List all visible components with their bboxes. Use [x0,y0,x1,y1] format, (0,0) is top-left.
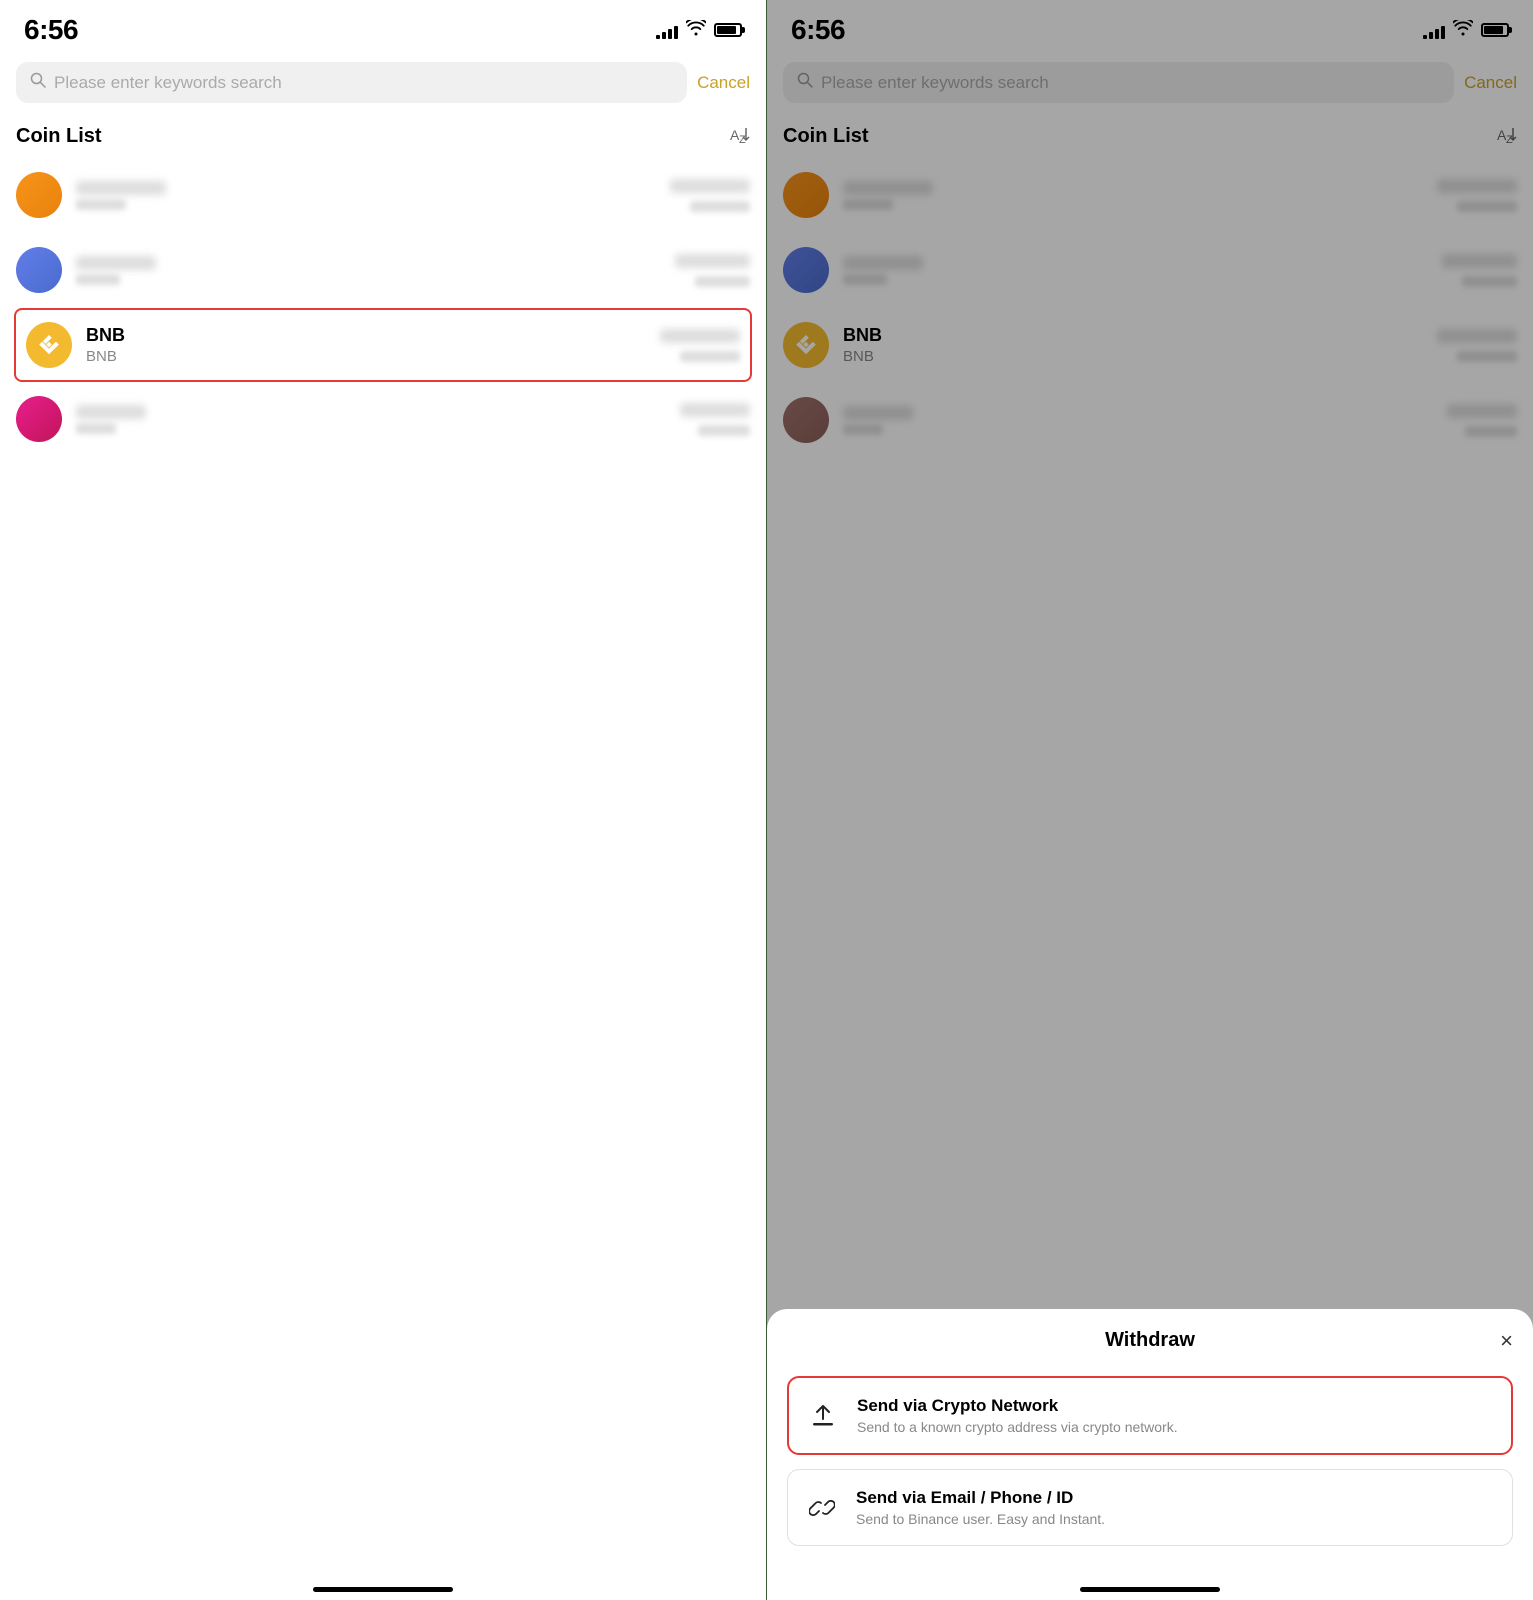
coin-value [680,403,750,436]
home-indicator-left [0,1560,766,1600]
upload-icon [805,1398,841,1434]
coin-list-left: BNB BNB [0,158,766,1560]
battery-icon-left [714,23,742,37]
coin-list-header-left: Coin List A Z [0,111,766,158]
send-crypto-network-option[interactable]: Send via Crypto Network Send to a known … [787,1376,1513,1455]
list-item[interactable] [16,233,750,308]
link-icon [804,1490,840,1526]
coin-list-title-left: Coin List [16,125,102,148]
status-icons-left [656,20,742,41]
right-phone-panel: 6:56 [767,0,1533,1600]
coin-info [76,181,656,210]
list-item[interactable] [16,158,750,233]
wifi-icon-left [686,20,706,41]
coin-icon-orange [16,172,62,218]
status-bar-left: 6:56 [0,0,766,54]
close-icon[interactable]: × [1500,1328,1513,1354]
bnb-icon [26,322,72,368]
sheet-title: Withdraw [1105,1329,1195,1352]
search-icon-left [30,72,46,93]
crypto-network-desc: Send to a known crypto address via crypt… [857,1419,1495,1435]
bnb-info: BNB BNB [86,325,646,365]
bnb-list-item[interactable]: BNB BNB [14,308,752,382]
coin-icon-blue [16,247,62,293]
crypto-network-text: Send via Crypto Network Send to a known … [857,1396,1495,1435]
send-email-phone-option[interactable]: Send via Email / Phone / ID Send to Bina… [787,1469,1513,1546]
coin-info [76,405,666,434]
coin-info [76,256,661,285]
left-phone-panel: 6:56 [0,0,766,1600]
bnb-symbol: BNB [86,348,646,365]
bnb-name: BNB [86,325,646,346]
bnb-value [660,329,740,362]
email-phone-text: Send via Email / Phone / ID Send to Bina… [856,1488,1496,1527]
bottom-sheet: Withdraw × Send via Crypto Network Send … [767,1309,1533,1600]
search-input-wrapper-left[interactable]: Please enter keywords search [16,62,687,103]
sheet-header: Withdraw × [787,1329,1513,1352]
list-item[interactable] [16,382,750,457]
search-input-left[interactable]: Please enter keywords search [54,73,673,93]
email-phone-desc: Send to Binance user. Easy and Instant. [856,1511,1496,1527]
signal-icon-left [656,21,678,39]
cancel-button-left[interactable]: Cancel [697,73,750,93]
sort-icon-left[interactable]: A Z [728,123,750,150]
home-indicator-right [767,1560,1533,1600]
status-time-left: 6:56 [24,14,78,46]
coin-value [670,179,750,212]
crypto-network-title: Send via Crypto Network [857,1396,1495,1416]
coin-icon-pink [16,396,62,442]
search-bar-left[interactable]: Please enter keywords search Cancel [0,54,766,111]
coin-value [675,254,750,287]
email-phone-title: Send via Email / Phone / ID [856,1488,1496,1508]
